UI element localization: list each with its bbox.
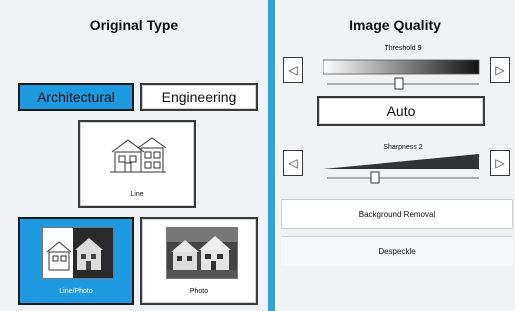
- right-arrow-icon: ▷: [495, 156, 505, 170]
- background-removal-label: Background Removal: [358, 209, 436, 219]
- engineering-label: Engineering: [161, 89, 237, 105]
- sharpness-slider[interactable]: [323, 152, 483, 184]
- sharpness-increase-button[interactable]: ▷: [490, 150, 510, 176]
- house-line-icon: [108, 132, 168, 176]
- line-photo-tile[interactable]: Line/Photo: [18, 217, 134, 305]
- photo-label: Photo: [189, 288, 209, 295]
- panel-divider: [268, 0, 275, 311]
- original-type-panel: Original Type Architectural Engineering: [0, 0, 268, 311]
- threshold-slider[interactable]: [322, 58, 483, 90]
- line-photo-label: Line/Photo: [59, 288, 93, 295]
- image-quality-panel: Image Quality Threshold 9 ◁ ▷ Auto Sharp…: [275, 0, 515, 311]
- auto-label: Auto: [386, 103, 416, 119]
- architectural-label: Architectural: [37, 89, 115, 105]
- left-arrow-icon: ◁: [288, 156, 298, 170]
- sharpness-label: Sharpness 2: [383, 144, 423, 151]
- left-arrow-icon: ◁: [288, 63, 298, 77]
- original-type-title: Original Type: [89, 17, 179, 33]
- architectural-button[interactable]: Architectural: [18, 83, 134, 111]
- background-removal-button[interactable]: Background Removal: [281, 199, 513, 229]
- image-quality-title: Image Quality: [349, 17, 441, 33]
- engineering-button[interactable]: Engineering: [140, 83, 258, 111]
- despeckle-label: Despeckle: [378, 247, 416, 256]
- threshold-handle: [394, 77, 404, 90]
- sharpness-decrease-button[interactable]: ◁: [283, 150, 303, 176]
- line-tile[interactable]: Line: [78, 120, 196, 208]
- auto-button[interactable]: Auto: [317, 96, 485, 126]
- line-label: Line: [130, 191, 144, 198]
- house-line-photo-icon: [42, 227, 114, 279]
- right-arrow-icon: ▷: [495, 63, 505, 77]
- threshold-label: Threshold 9: [384, 45, 422, 52]
- threshold-increase-button[interactable]: ▷: [490, 57, 510, 83]
- despeckle-button[interactable]: Despeckle: [281, 236, 513, 266]
- photo-tile[interactable]: Photo: [140, 217, 258, 305]
- sharpness-handle: [370, 171, 380, 184]
- threshold-decrease-button[interactable]: ◁: [283, 57, 303, 83]
- house-photo-icon: [166, 227, 238, 279]
